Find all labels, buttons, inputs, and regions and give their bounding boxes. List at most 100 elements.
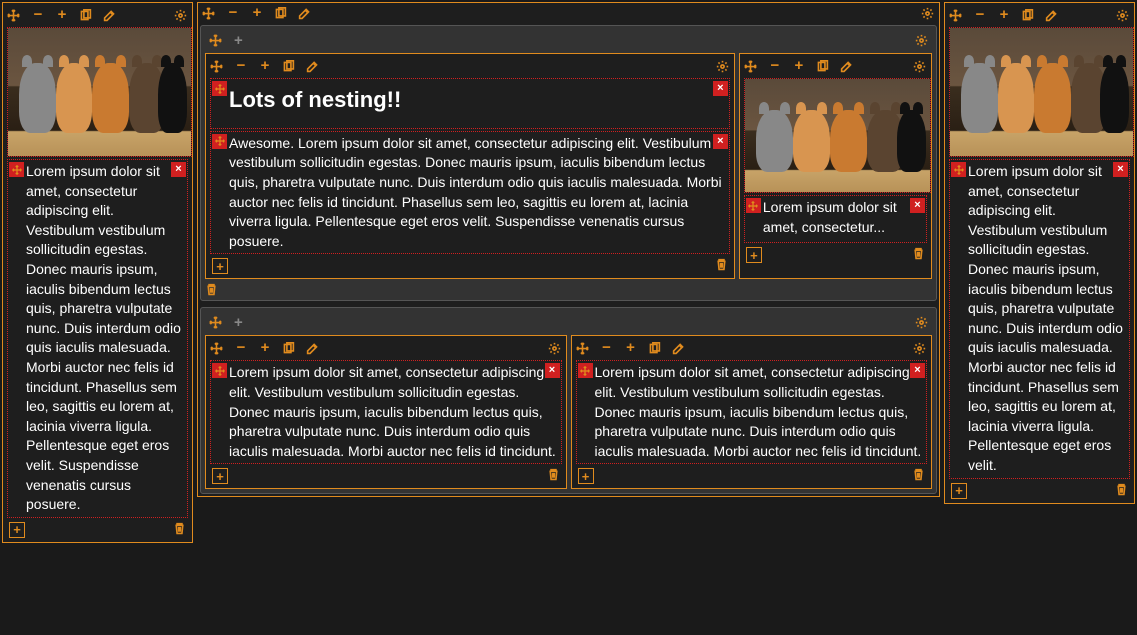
gear-icon[interactable] xyxy=(1116,9,1130,22)
block-move-icon[interactable] xyxy=(9,162,24,177)
block-close-icon[interactable]: × xyxy=(171,162,186,177)
edit-icon[interactable] xyxy=(306,342,320,355)
nested-panel-heading: − + × Lots of nesting!! xyxy=(205,53,735,279)
panel-footer: + xyxy=(208,466,564,486)
minus-icon[interactable]: − xyxy=(234,341,248,355)
gear-icon[interactable] xyxy=(548,342,562,355)
plus-icon[interactable]: + xyxy=(258,341,272,355)
grey-gear-icon[interactable] xyxy=(915,34,928,47)
nested-panel: − + × Lorem ipsum dolor sit amet, consec… xyxy=(205,335,567,489)
copy-icon[interactable] xyxy=(648,342,662,355)
edit-icon[interactable] xyxy=(840,60,854,73)
trash-icon[interactable] xyxy=(547,468,560,484)
add-box-icon[interactable]: + xyxy=(951,483,967,499)
block-move-icon[interactable] xyxy=(212,363,227,378)
grey-header: + xyxy=(205,312,932,335)
gear-icon[interactable] xyxy=(913,60,927,73)
panel-toolbar: − + xyxy=(208,56,732,76)
plus-icon[interactable]: + xyxy=(250,6,264,20)
panel-footer: + xyxy=(742,245,929,265)
grey-plus-icon[interactable]: + xyxy=(234,314,243,331)
right-panel: − + × × Lor xyxy=(944,2,1135,504)
plus-icon[interactable]: + xyxy=(55,8,69,22)
kittens-image xyxy=(950,28,1133,156)
grey-move-icon[interactable] xyxy=(209,34,222,47)
plus-icon[interactable]: + xyxy=(258,59,272,73)
minus-icon[interactable]: − xyxy=(768,59,782,73)
gear-icon[interactable] xyxy=(913,342,927,355)
edit-icon[interactable] xyxy=(306,60,320,73)
block-close-icon[interactable]: × xyxy=(910,363,925,378)
block-move-icon[interactable] xyxy=(746,198,761,213)
grey-trash-icon[interactable] xyxy=(205,283,926,296)
middle-top-panel: − + + xyxy=(197,2,940,497)
edit-icon[interactable] xyxy=(1045,9,1059,22)
edit-icon[interactable] xyxy=(103,9,117,22)
add-box-icon[interactable]: + xyxy=(212,258,228,274)
block-close-icon[interactable]: × xyxy=(545,363,560,378)
text-block: × Lorem ipsum dolor sit amet, consectetu… xyxy=(949,159,1130,479)
copy-icon[interactable] xyxy=(1021,9,1035,22)
move-icon[interactable] xyxy=(744,60,758,73)
copy-icon[interactable] xyxy=(79,9,93,22)
heading-block: × Lots of nesting!! xyxy=(210,78,730,129)
text-content: Lorem ipsum dolor sit amet, consectetur … xyxy=(229,364,556,458)
image-block: × xyxy=(949,27,1134,157)
plus-icon[interactable]: + xyxy=(624,341,638,355)
block-move-icon[interactable] xyxy=(212,134,227,149)
block-move-icon[interactable] xyxy=(951,162,966,177)
add-box-icon[interactable]: + xyxy=(9,522,25,538)
plus-icon[interactable]: + xyxy=(792,59,806,73)
block-close-icon[interactable]: × xyxy=(1113,162,1128,177)
copy-icon[interactable] xyxy=(282,60,296,73)
trash-icon[interactable] xyxy=(715,258,728,274)
trash-icon[interactable] xyxy=(1115,483,1128,499)
minus-icon[interactable]: − xyxy=(226,6,240,20)
block-close-icon[interactable]: × xyxy=(713,81,728,96)
minus-icon[interactable]: − xyxy=(973,8,987,22)
grey-move-icon[interactable] xyxy=(209,316,222,329)
add-box-icon[interactable]: + xyxy=(578,468,594,484)
copy-icon[interactable] xyxy=(274,7,288,20)
panel-toolbar: − + xyxy=(198,3,939,23)
text-content: Lorem ipsum dolor sit amet, consectetur.… xyxy=(763,199,897,235)
panel-toolbar: − + xyxy=(574,338,930,358)
block-move-icon[interactable] xyxy=(578,363,593,378)
block-move-icon[interactable] xyxy=(212,81,227,96)
plus-icon[interactable]: + xyxy=(997,8,1011,22)
gear-icon[interactable] xyxy=(921,7,935,20)
move-icon[interactable] xyxy=(576,342,590,355)
move-icon[interactable] xyxy=(949,9,963,22)
panel-footer: + xyxy=(574,466,930,486)
edit-icon[interactable] xyxy=(298,7,312,20)
move-icon[interactable] xyxy=(7,9,21,22)
text-content: Lorem ipsum dolor sit amet, consectetur … xyxy=(595,364,922,458)
kittens-image xyxy=(8,28,191,156)
trash-icon[interactable] xyxy=(912,247,925,263)
grey-container: + − + xyxy=(200,25,937,301)
gear-icon[interactable] xyxy=(174,9,188,22)
trash-icon[interactable] xyxy=(173,522,186,538)
move-icon[interactable] xyxy=(210,342,224,355)
minus-icon[interactable]: − xyxy=(234,59,248,73)
add-box-icon[interactable]: + xyxy=(746,247,762,263)
minus-icon[interactable]: − xyxy=(600,341,614,355)
grey-footer xyxy=(205,279,932,296)
text-block: × Lorem ipsum dolor sit amet, consectetu… xyxy=(210,360,562,464)
minus-icon[interactable]: − xyxy=(31,8,45,22)
copy-icon[interactable] xyxy=(282,342,296,355)
grey-plus-icon[interactable]: + xyxy=(234,32,243,49)
block-close-icon[interactable]: × xyxy=(713,134,728,149)
add-box-icon[interactable]: + xyxy=(212,468,228,484)
copy-icon[interactable] xyxy=(816,60,830,73)
move-icon[interactable] xyxy=(202,7,216,20)
trash-icon[interactable] xyxy=(912,468,925,484)
gear-icon[interactable] xyxy=(716,60,730,73)
edit-icon[interactable] xyxy=(672,342,686,355)
block-close-icon[interactable]: × xyxy=(910,198,925,213)
grey-header: + xyxy=(205,30,932,53)
grey-gear-icon[interactable] xyxy=(915,316,928,329)
text-block: × Lorem ipsum dolor sit amet, consectetu… xyxy=(7,159,188,518)
move-icon[interactable] xyxy=(210,60,224,73)
panel-toolbar: − + xyxy=(5,5,190,25)
